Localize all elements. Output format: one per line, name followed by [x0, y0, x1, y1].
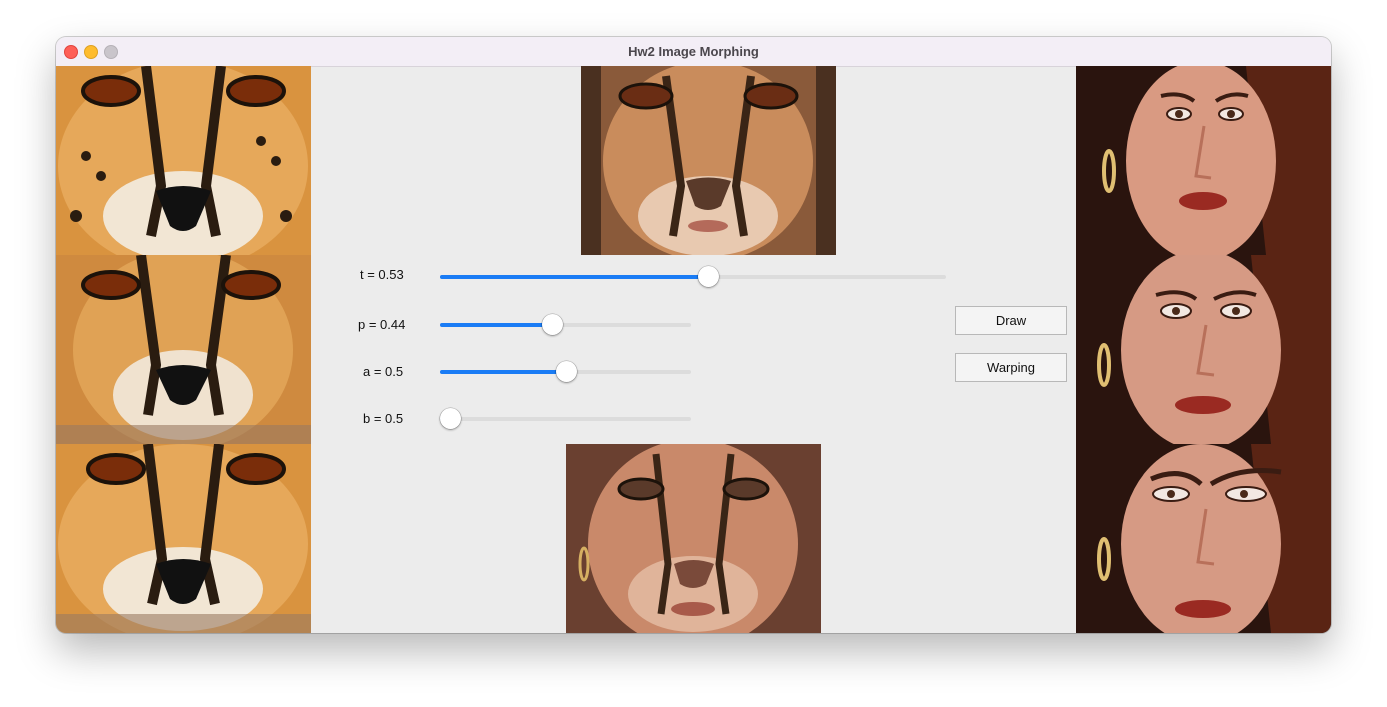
- window-title: Hw2 Image Morphing: [628, 44, 759, 59]
- slider-knob[interactable]: [555, 361, 577, 382]
- slider-b[interactable]: [440, 408, 691, 430]
- slider-knob[interactable]: [697, 266, 719, 287]
- main-content: t = 0.53 p = 0.44 a = 0.5 b = 0.5 Draw W…: [56, 66, 1331, 633]
- target-image-warped-2[interactable]: [1076, 444, 1331, 633]
- slider-fill: [440, 275, 708, 279]
- slider-fill: [440, 323, 552, 327]
- app-window: Hw2 Image Morphing t = 0.53 p = 0.44 a =…: [56, 37, 1331, 633]
- title-bar[interactable]: Hw2 Image Morphing: [56, 37, 1331, 67]
- source-image-original[interactable]: [56, 66, 311, 255]
- slider-knob[interactable]: [440, 408, 461, 429]
- target-image-warped-1[interactable]: [1076, 255, 1331, 444]
- target-image-original[interactable]: [1076, 66, 1331, 255]
- slider-p-label: p = 0.44: [358, 317, 406, 332]
- morph-image-top[interactable]: [581, 66, 836, 255]
- slider-t[interactable]: [440, 266, 946, 288]
- slider-knob[interactable]: [541, 314, 563, 335]
- warping-button[interactable]: Warping: [955, 353, 1067, 382]
- draw-button[interactable]: Draw: [955, 306, 1067, 335]
- cheetah-face-graphic: [56, 66, 311, 255]
- slider-a[interactable]: [440, 361, 691, 383]
- slider-t-label: t = 0.53: [360, 267, 404, 282]
- slider-fill: [440, 370, 566, 374]
- slider-b-label: b = 0.5: [363, 411, 404, 426]
- slider-track: [440, 417, 691, 421]
- source-image-warped-2[interactable]: [56, 444, 311, 633]
- morph-image-bottom[interactable]: [566, 444, 821, 633]
- slider-p[interactable]: [440, 314, 691, 336]
- source-image-warped-1[interactable]: [56, 255, 311, 444]
- slider-a-label: a = 0.5: [363, 364, 404, 379]
